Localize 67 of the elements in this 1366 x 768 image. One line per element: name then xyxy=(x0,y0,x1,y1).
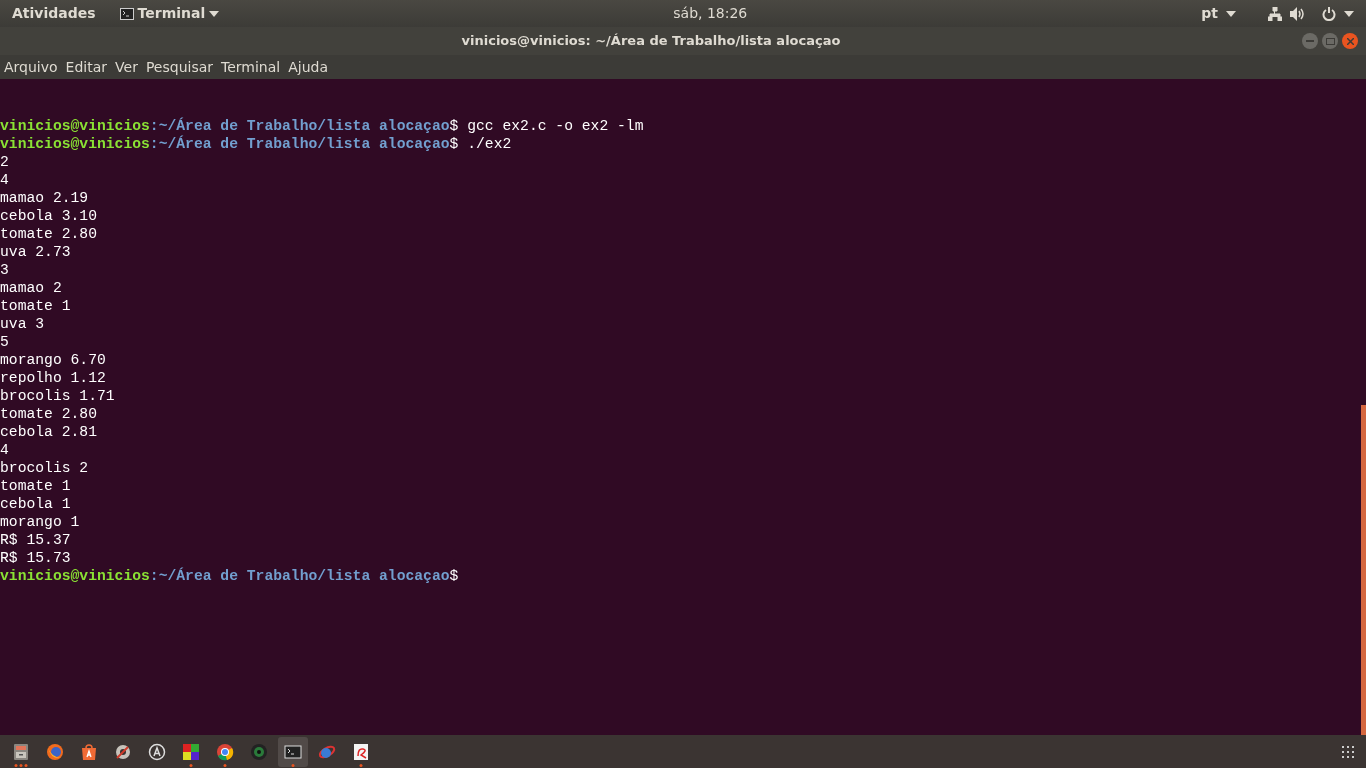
lens-icon xyxy=(249,741,269,762)
fox-globe-icon xyxy=(45,741,65,762)
output-line: tomate 2.80 xyxy=(0,406,97,422)
output-line: uva 2.73 xyxy=(0,244,71,260)
output-line: uva 3 xyxy=(0,316,45,332)
minus-icon xyxy=(1306,40,1314,42)
prompt-symbol: $ xyxy=(449,118,459,134)
menu-item[interactable]: Arquivo xyxy=(4,56,58,78)
browser-icon xyxy=(215,741,235,762)
prompt-user-host: vinicios@vinicios xyxy=(0,118,150,134)
menu-item[interactable]: Editar xyxy=(65,56,108,78)
output-line: brocolis 1.71 xyxy=(0,388,115,404)
output-line: 3 xyxy=(0,262,9,278)
output-line: tomate 2.80 xyxy=(0,226,97,242)
volume-icon[interactable] xyxy=(1290,6,1306,21)
activities-button[interactable]: Atividades xyxy=(12,3,96,24)
output-line: R$ 15.73 xyxy=(0,550,71,566)
clock[interactable]: sáb, 18:26 xyxy=(673,5,748,21)
prompt-user-host: vinicios@vinicios xyxy=(0,568,150,584)
output-line: repolho 1.12 xyxy=(0,370,106,386)
terminal-icon xyxy=(119,7,134,20)
menu-item[interactable]: Pesquisar xyxy=(145,56,214,78)
menu-item[interactable]: Terminal xyxy=(221,56,281,78)
colored-squares-icon xyxy=(181,741,201,762)
caret-icon xyxy=(1344,10,1354,17)
scrollbar-thumb[interactable] xyxy=(1361,405,1366,735)
output-line: morango 1 xyxy=(0,514,80,530)
shopping-bag-icon xyxy=(79,741,99,762)
menu-item[interactable]: Ajuda xyxy=(288,56,329,78)
file-cabinet-icon xyxy=(11,741,31,762)
document-icon xyxy=(351,741,371,762)
prompt-symbol: $ xyxy=(449,568,459,584)
language-indicator[interactable]: pt xyxy=(1201,3,1218,24)
network-icon[interactable] xyxy=(1268,6,1282,21)
letter-a-icon xyxy=(147,741,167,762)
output-line: mamao 2 xyxy=(0,280,62,296)
output-line: 5 xyxy=(0,334,9,350)
caret-icon xyxy=(1226,10,1236,17)
app-menu[interactable]: Terminal xyxy=(137,3,206,24)
window-title: vinicios@vinicios: ~/Área de Trabalho/lista alocaçao xyxy=(461,33,841,49)
output-line: cebola 1 xyxy=(0,496,71,512)
output-line: cebola 2.81 xyxy=(0,424,97,440)
output-line: 2 xyxy=(0,154,9,170)
prompt-path: :~/Área de Trabalho/lista alocaçao xyxy=(149,568,450,584)
close-icon xyxy=(1346,37,1354,45)
app-grid-icon[interactable] xyxy=(1342,745,1354,758)
output-line: mamao 2.19 xyxy=(0,190,89,206)
close-button[interactable] xyxy=(1342,33,1358,49)
power-icon[interactable] xyxy=(1322,6,1336,21)
output-line: brocolis 2 xyxy=(0,460,89,476)
square-icon xyxy=(1325,37,1335,45)
prompt-user-host: vinicios@vinicios xyxy=(0,136,150,152)
command-text: ./ex2 xyxy=(467,136,512,152)
command-text: gcc ex2.c -o ex2 -lm xyxy=(467,118,644,134)
dock-launcher[interactable] xyxy=(278,736,308,767)
caret-icon xyxy=(209,10,220,17)
output-line: morango 6.70 xyxy=(0,352,106,368)
prompt-symbol: $ xyxy=(449,136,459,152)
output-line: 4 xyxy=(0,442,9,458)
output-line: tomate 1 xyxy=(0,298,71,314)
output-line: cebola 3.10 xyxy=(0,208,97,224)
menu-item[interactable]: Ver xyxy=(115,56,138,78)
output-line: R$ 15.37 xyxy=(0,532,71,548)
prompt-path: :~/Área de Trabalho/lista alocaçao xyxy=(149,118,450,134)
output-line: 4 xyxy=(0,172,9,188)
output-line: tomate 1 xyxy=(0,478,71,494)
prompt-path: :~/Área de Trabalho/lista alocaçao xyxy=(149,136,450,152)
